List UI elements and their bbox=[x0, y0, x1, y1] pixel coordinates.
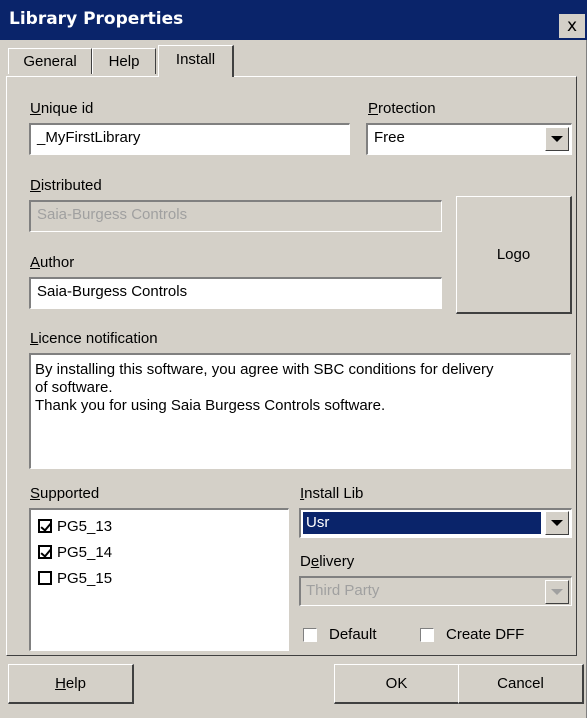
create-dff-label: Create DFF bbox=[446, 626, 525, 643]
delivery-dropdown-button bbox=[545, 580, 569, 604]
delivery-select: Third Party bbox=[299, 576, 572, 606]
help-button[interactable]: Help bbox=[8, 664, 134, 704]
unique-id-label: Unique id bbox=[30, 100, 94, 117]
protection-select[interactable]: Free bbox=[366, 123, 572, 155]
licence-line-3: Thank you for using Saia Burgess Control… bbox=[35, 397, 386, 414]
create-dff-option[interactable]: Create DFF bbox=[420, 626, 524, 643]
checkbox-unchecked-icon[interactable] bbox=[420, 627, 434, 642]
close-icon[interactable]: x bbox=[559, 14, 585, 38]
logo-button[interactable]: Logo bbox=[456, 196, 572, 314]
chevron-down-icon bbox=[551, 520, 563, 526]
cancel-button[interactable]: Cancel bbox=[458, 664, 584, 704]
supported-item-pg5-13[interactable]: PG5_13 bbox=[38, 515, 112, 537]
delivery-label: Delivery bbox=[300, 553, 355, 570]
default-option[interactable]: Default bbox=[303, 626, 377, 643]
tab-general-label: General bbox=[23, 53, 77, 70]
library-properties-dialog: Library Properties x General Help Instal… bbox=[0, 0, 587, 718]
distributed-input: Saia-Burgess Controls bbox=[29, 200, 442, 232]
author-input[interactable]: Saia-Burgess Controls bbox=[29, 277, 442, 309]
checkbox-unchecked-icon[interactable] bbox=[303, 627, 317, 642]
tab-install-label: Install bbox=[175, 51, 216, 68]
logo-button-label: Logo bbox=[496, 246, 531, 263]
distributed-label: Distributed bbox=[30, 177, 102, 194]
window-title: Library Properties bbox=[9, 9, 184, 29]
tab-install[interactable]: Install bbox=[158, 45, 234, 77]
supported-item-pg5-14[interactable]: PG5_14 bbox=[38, 541, 112, 563]
install-lib-value: Usr bbox=[302, 511, 542, 535]
install-lib-select[interactable]: Usr bbox=[299, 508, 572, 538]
checkbox-unchecked-icon[interactable] bbox=[38, 571, 52, 585]
licence-label: Licence notification bbox=[30, 330, 158, 347]
licence-line-2: of software. bbox=[35, 379, 113, 396]
author-label: Author bbox=[30, 254, 75, 271]
tab-help-label: Help bbox=[108, 53, 140, 70]
unique-id-input[interactable]: _MyFirstLibrary bbox=[29, 123, 350, 155]
install-lib-label: Install Lib bbox=[300, 485, 364, 502]
title-bar: Library Properties x bbox=[0, 0, 587, 40]
licence-line-1: By installing this software, you agree w… bbox=[35, 361, 494, 378]
supported-list[interactable]: PG5_13 PG5_14 PG5_15 bbox=[29, 508, 289, 651]
protection-dropdown-button[interactable] bbox=[545, 127, 569, 151]
chevron-down-icon bbox=[551, 589, 563, 595]
supported-label: Supported bbox=[30, 485, 100, 502]
tab-general[interactable]: General bbox=[8, 48, 92, 74]
install-lib-dropdown-button[interactable] bbox=[545, 511, 569, 535]
protection-label: Protection bbox=[368, 100, 436, 117]
checkbox-checked-icon[interactable] bbox=[38, 519, 52, 533]
chevron-down-icon bbox=[551, 136, 563, 142]
ok-button[interactable]: OK bbox=[334, 664, 460, 704]
tab-help[interactable]: Help bbox=[92, 48, 156, 74]
default-label: Default bbox=[329, 626, 377, 643]
supported-item-pg5-15[interactable]: PG5_15 bbox=[38, 567, 112, 589]
licence-textarea[interactable]: By installing this software, you agree w… bbox=[29, 353, 571, 469]
checkbox-checked-icon[interactable] bbox=[38, 545, 52, 559]
